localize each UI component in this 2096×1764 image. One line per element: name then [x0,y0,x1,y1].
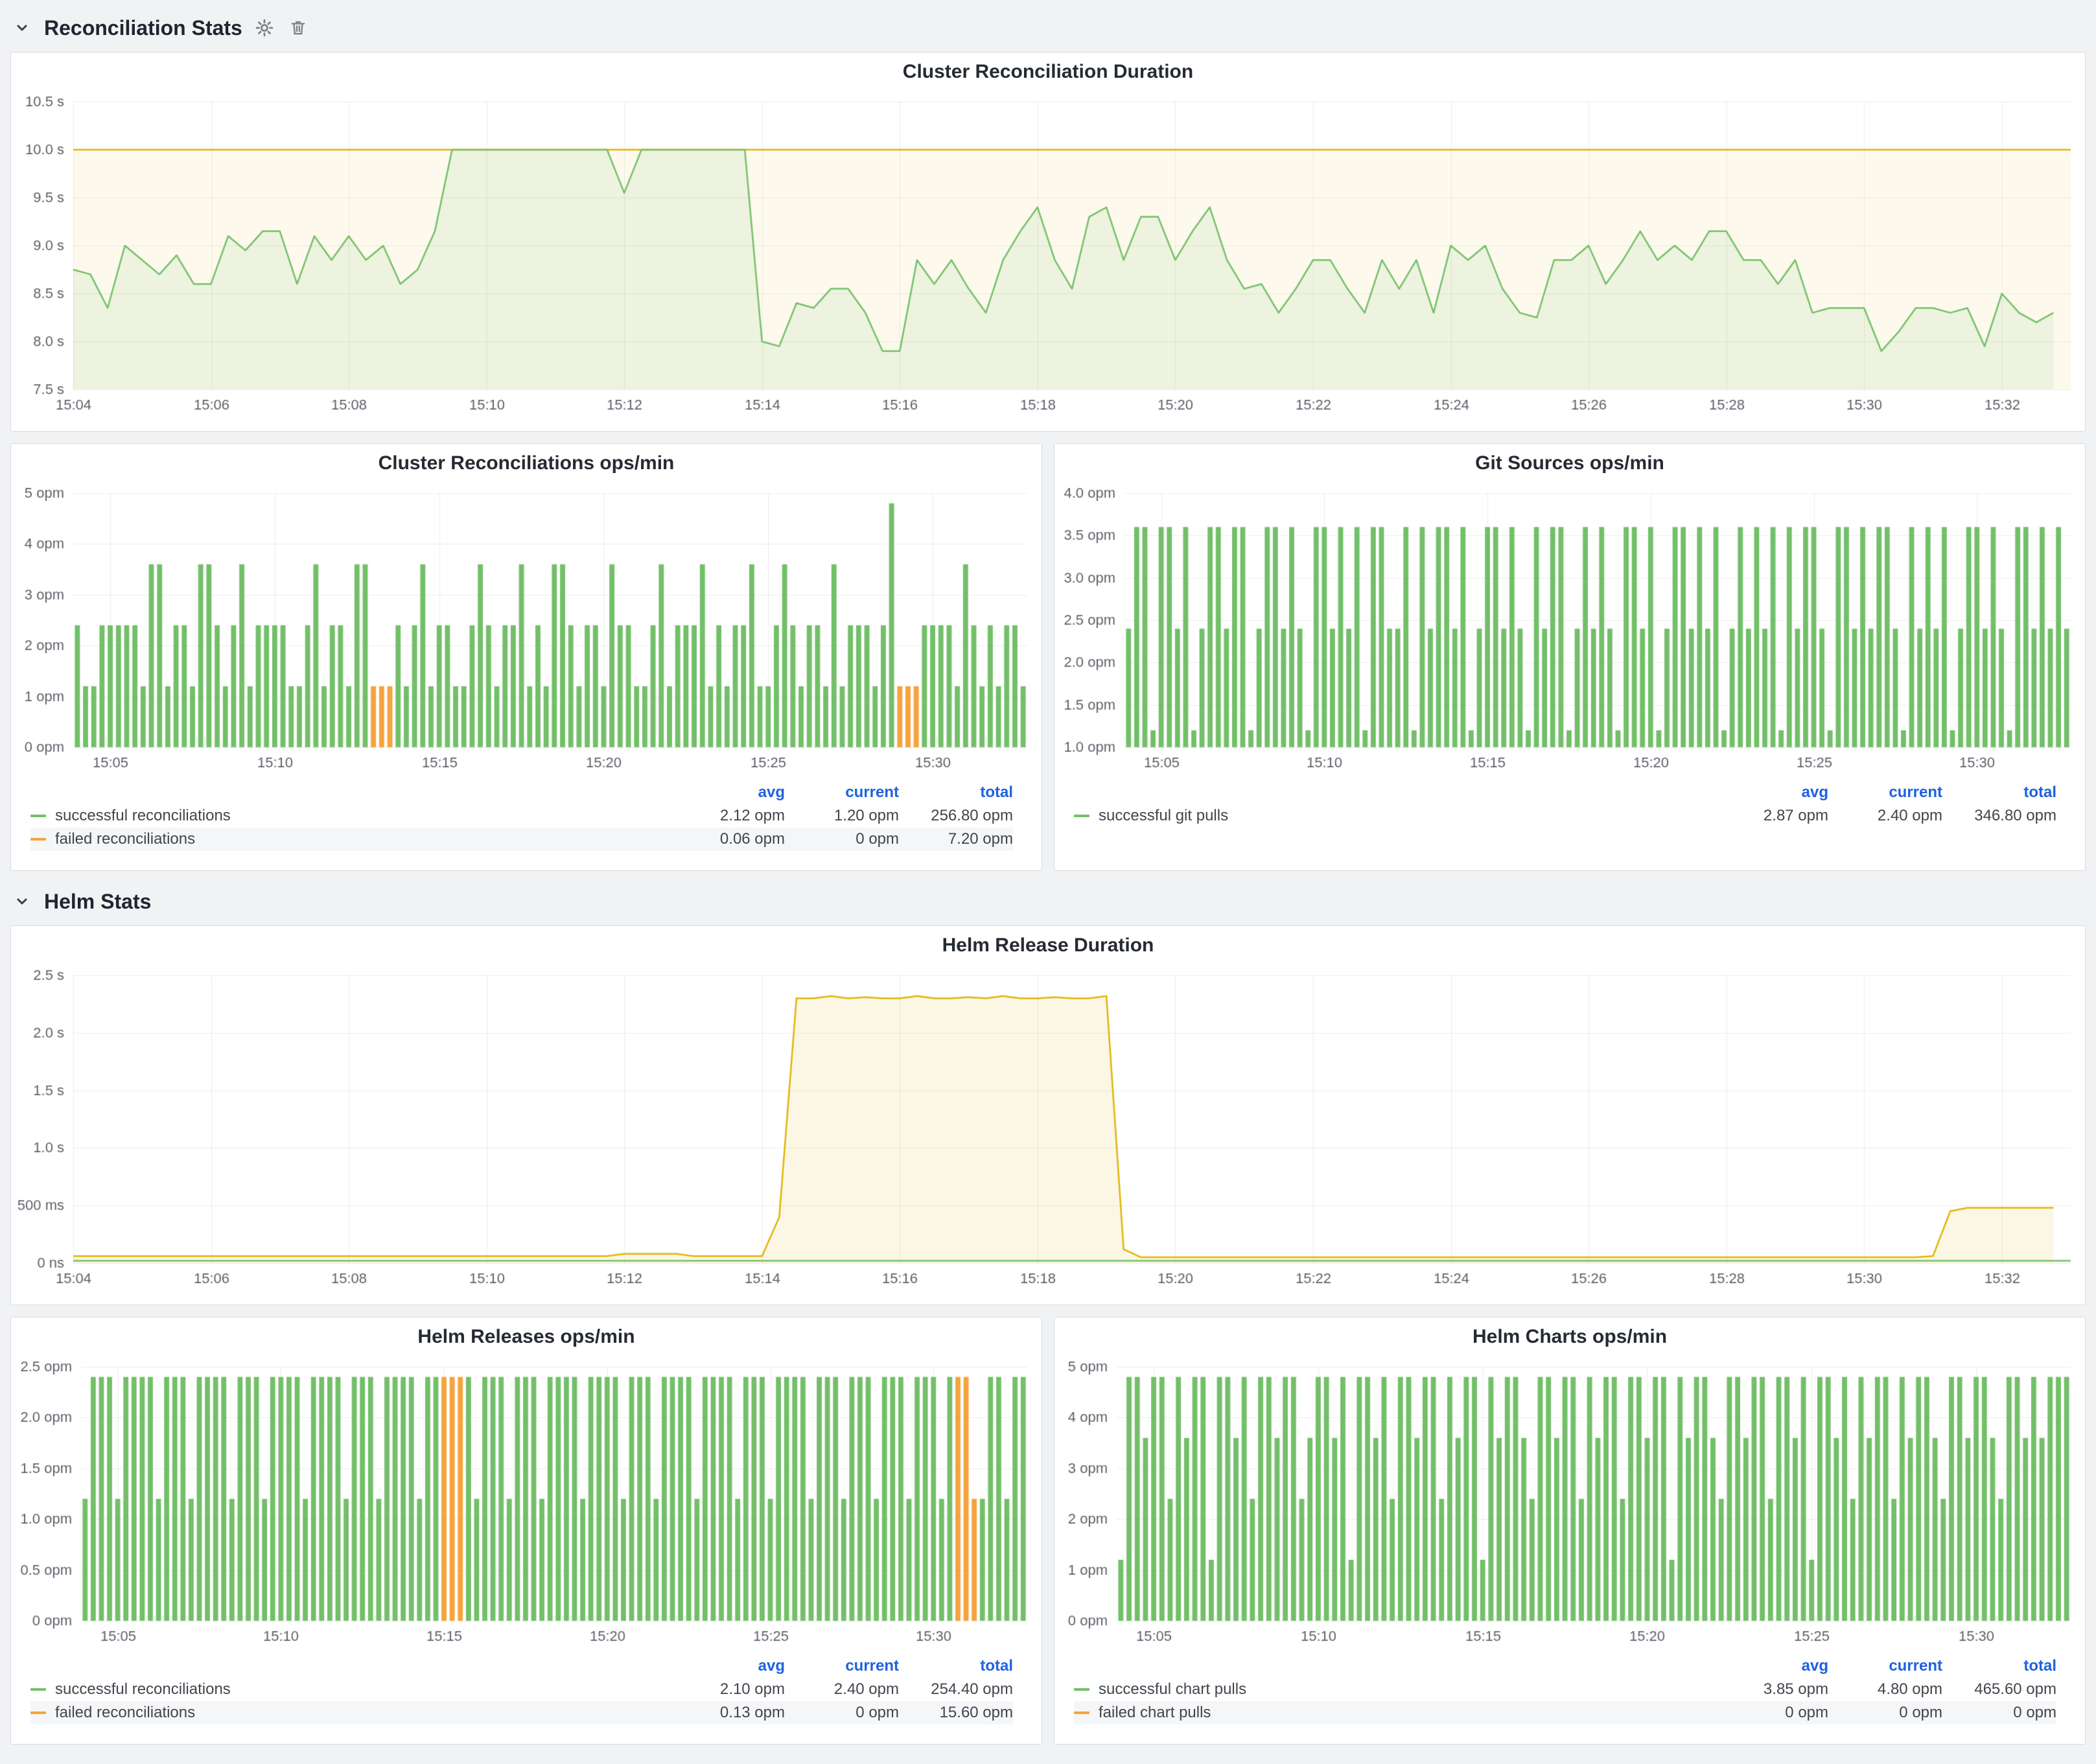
legend-value: 0 opm [785,830,899,848]
legend-row: successful reconciliations 2.12 opm1.20 o… [30,804,1013,828]
helm-charts-chart[interactable] [1054,1356,2085,1652]
series-name-cell: successful chart pulls [1074,1680,1714,1699]
trash-icon[interactable] [286,16,310,40]
legend-row: successful git pulls 2.87 opm2.40 opm346.… [1074,804,2056,828]
series-swatch-icon [30,838,46,841]
legend-row: failed reconciliations 0.06 opm0 opm7.20 … [30,828,1013,851]
panel-title[interactable]: Helm Releases ops/min [11,1317,1042,1356]
panel-helm-release-duration: Helm Release Duration [10,925,2086,1305]
section-title[interactable]: Reconciliation Stats [44,16,242,40]
legend-value: 4.80 opm [1828,1680,1942,1699]
panel-helm-charts-opm: Helm Charts ops/min avgcurrenttotalsucce… [1054,1317,2086,1745]
legend-column-current[interactable]: current [785,1657,899,1675]
series-name-cell: failed reconciliations [30,830,671,848]
legend-value: 0.13 opm [671,1704,785,1722]
legend-row: failed chart pulls0 opm0 opm0 opm [1074,1701,2056,1724]
legend-column-avg[interactable]: avg [1714,783,1828,802]
legend: avgcurrenttotalsuccessful reconciliation… [11,1652,1042,1730]
legend: avgcurrenttotal successful chart pulls 3.8… [1054,1652,2085,1730]
section-title[interactable]: Helm Stats [44,890,151,914]
legend-value: 0 opm [1942,1704,2056,1722]
cluster-reconciliations-chart[interactable] [11,483,1042,778]
legend-column-total[interactable]: total [899,1657,1013,1675]
section-reconciliation-stats: Reconciliation Stats [10,9,2086,47]
panel-title[interactable]: Helm Charts ops/min [1054,1317,2085,1356]
legend-column-avg[interactable]: avg [1714,1657,1828,1675]
legend-column-total[interactable]: total [899,783,1013,802]
legend-column-current[interactable]: current [785,783,899,802]
series-name-cell: successful git pulls [1074,807,1714,825]
legend-row: successful chart pulls 3.85 opm4.80 opm46… [1074,1678,2056,1701]
chevron-down-icon[interactable] [10,890,34,913]
legend-value: 0 opm [785,1704,899,1722]
series-name-cell: failed chart pulls [1074,1704,1714,1722]
legend-row: failed reconciliations 0.13 opm0 opm15.60… [30,1701,1013,1724]
legend-row: successful reconciliations 2.10 opm2.40 o… [30,1678,1013,1701]
legend-value: 0 opm [1828,1704,1942,1722]
panel-cluster-reconciliations-opm: Cluster Reconciliations ops/min avgcurre… [10,443,1042,871]
series-swatch-icon [30,1688,46,1691]
series-name[interactable]: successful git pulls [1099,807,1228,825]
legend-value: 2.12 opm [671,807,785,825]
legend-value: 3.85 opm [1714,1680,1828,1699]
legend-value: 254.40 opm [899,1680,1013,1699]
git-sources-chart[interactable] [1054,483,2085,778]
series-swatch-icon [30,815,46,817]
panel-helm-releases-opm: Helm Releases ops/min avgcurrenttotalsuc… [10,1317,1042,1745]
series-name-cell: failed reconciliations [30,1704,671,1722]
series-name[interactable]: failed chart pulls [1099,1704,1211,1722]
legend-header-row: avgcurrenttotal [30,781,1013,804]
series-swatch-icon [1074,1688,1089,1691]
series-swatch-icon [30,1712,46,1714]
legend-value: 256.80 opm [899,807,1013,825]
legend-value: 0.06 opm [671,830,785,848]
panel-git-sources-opm: Git Sources ops/min avgcurrenttotalsucce… [1054,443,2086,871]
series-name[interactable]: successful reconciliations [55,807,231,825]
series-swatch-icon [1074,1712,1089,1714]
series-name-cell: successful reconciliations [30,807,671,825]
section-helm-stats: Helm Stats [10,883,2086,920]
series-name[interactable]: successful chart pulls [1099,1680,1246,1699]
chevron-down-icon[interactable] [10,16,34,40]
legend-header-row: avgcurrenttotal [30,1654,1013,1678]
legend-column-total[interactable]: total [1942,783,2056,802]
legend-header-row: avgcurrenttotal [1074,1654,2056,1678]
series-name[interactable]: failed reconciliations [55,830,195,848]
legend-value: 15.60 opm [899,1704,1013,1722]
series-swatch-icon [1074,815,1089,817]
helm-release-duration-chart[interactable] [11,965,2085,1294]
panel-title[interactable]: Cluster Reconciliations ops/min [11,444,1042,483]
dashboard: Reconciliation Stats Cluster Reconciliat… [0,0,2096,1764]
legend-value: 2.10 opm [671,1680,785,1699]
legend-column-avg[interactable]: avg [671,1657,785,1675]
panel-cluster-reconciliation-duration: Cluster Reconciliation Duration [10,52,2086,432]
legend-value: 2.40 opm [1828,807,1942,825]
legend-column-current[interactable]: current [1828,783,1942,802]
legend-value: 0 opm [1714,1704,1828,1722]
cluster-reconciliation-duration-chart[interactable] [11,91,2085,421]
legend-value: 2.87 opm [1714,807,1828,825]
legend-value: 2.40 opm [785,1680,899,1699]
series-name-cell: successful reconciliations [30,1680,671,1699]
panel-title[interactable]: Helm Release Duration [11,926,2085,965]
legend-value: 1.20 opm [785,807,899,825]
panel-title[interactable]: Git Sources ops/min [1054,444,2085,483]
legend-column-avg[interactable]: avg [671,783,785,802]
panel-title[interactable]: Cluster Reconciliation Duration [11,52,2085,91]
legend-header-row: avgcurrenttotal [1074,781,2056,804]
legend-column-current[interactable]: current [1828,1657,1942,1675]
legend: avgcurrenttotalsuccessful reconciliation… [11,778,1042,856]
legend: avgcurrenttotal successful git pulls 2.87 … [1054,778,2085,833]
legend-column-total[interactable]: total [1942,1657,2056,1675]
series-name[interactable]: successful reconciliations [55,1680,231,1699]
legend-value: 465.60 opm [1942,1680,2056,1699]
gear-icon[interactable] [253,16,276,40]
legend-value: 346.80 opm [1942,807,2056,825]
series-name[interactable]: failed reconciliations [55,1704,195,1722]
legend-value: 7.20 opm [899,830,1013,848]
helm-releases-chart[interactable] [11,1356,1042,1652]
